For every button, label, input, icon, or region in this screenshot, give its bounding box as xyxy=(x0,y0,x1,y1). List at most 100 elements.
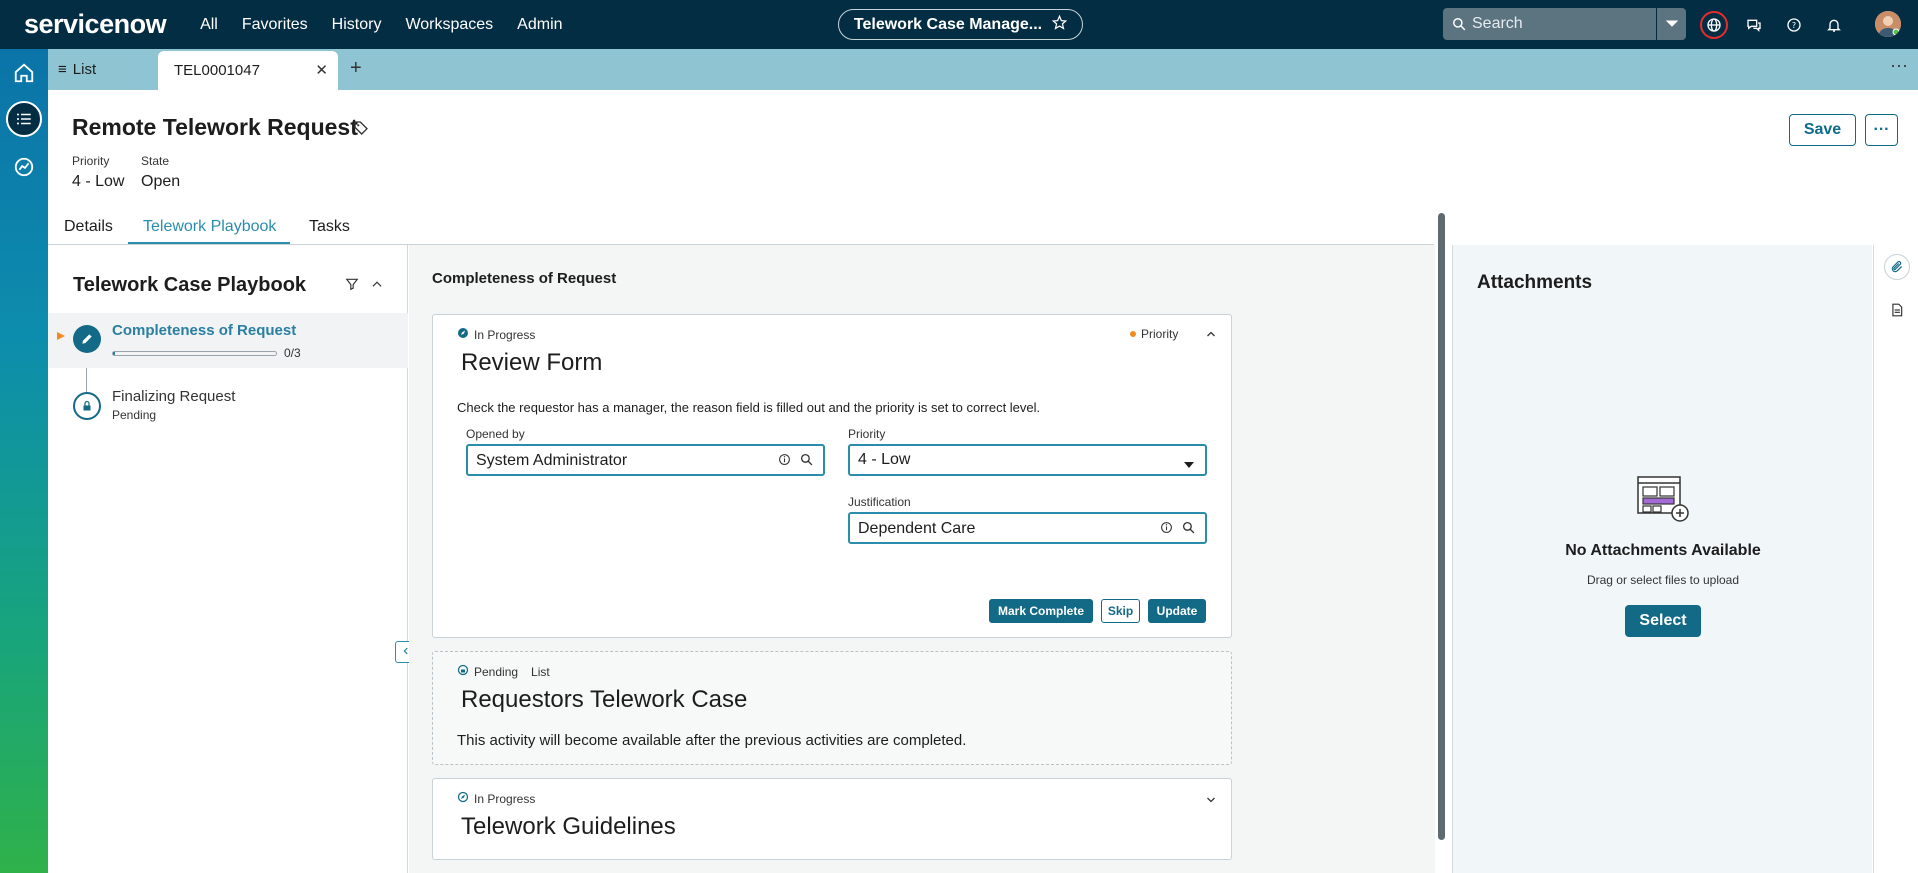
priority-tag: Priority xyxy=(1130,327,1178,341)
document-icon[interactable] xyxy=(1884,297,1910,323)
select-files-button[interactable]: Select xyxy=(1625,605,1701,637)
info-icon[interactable] xyxy=(1160,521,1173,539)
record-tabs: Details Telework Playbook Tasks xyxy=(48,218,1434,245)
nav-favorites[interactable]: Favorites xyxy=(242,16,308,34)
playbook-title: Telework Case Playbook xyxy=(73,274,307,296)
nav-all[interactable]: All xyxy=(200,16,218,34)
requestors-card: Pending List Requestors Telework Case Th… xyxy=(432,651,1232,765)
chevron-down-icon xyxy=(1665,15,1678,33)
global-search[interactable] xyxy=(1443,8,1686,40)
update-button[interactable]: Update xyxy=(1148,599,1206,623)
no-attachments-hint: Drag or select files to upload xyxy=(1586,573,1740,587)
opened-by-label: Opened by xyxy=(466,427,525,441)
more-actions-button[interactable]: ··· xyxy=(1865,114,1898,146)
filter-icon[interactable] xyxy=(345,277,359,296)
attachments-title: Attachments xyxy=(1477,272,1593,293)
skip-button[interactable]: Skip xyxy=(1101,599,1140,623)
more-horizontal-icon[interactable]: ··· xyxy=(1890,55,1908,76)
activity-status: In Progress xyxy=(457,791,535,806)
tab-list-label: List xyxy=(72,61,97,78)
state-label: State xyxy=(141,154,170,168)
chevron-down-icon[interactable] xyxy=(1205,793,1217,811)
add-tab-icon[interactable]: + xyxy=(350,57,362,80)
tab-record[interactable]: TEL0001047 ✕ xyxy=(158,51,338,90)
priority-tag-text: Priority xyxy=(1141,327,1179,341)
bell-icon[interactable] xyxy=(1820,11,1848,39)
search-input[interactable] xyxy=(1472,15,1647,33)
activity-title: Telework Guidelines xyxy=(461,813,676,840)
nav-history[interactable]: History xyxy=(332,16,382,34)
opened-by-field[interactable] xyxy=(466,444,825,476)
svg-text:?: ? xyxy=(1792,21,1796,30)
activity-status: In Progress xyxy=(457,327,535,342)
playbook-panel: Telework Case Playbook Completeness of R… xyxy=(48,245,408,873)
justification-input[interactable] xyxy=(858,520,1128,538)
save-button[interactable]: Save xyxy=(1789,114,1856,146)
activities-section-title: Completeness of Request xyxy=(432,270,617,287)
list-icon[interactable] xyxy=(6,101,42,137)
side-panel-strip xyxy=(1873,245,1918,873)
help-icon[interactable]: ? xyxy=(1780,11,1808,39)
step-progress-text: 0/3 xyxy=(284,346,301,360)
caret-down-icon xyxy=(1183,456,1195,474)
step-name[interactable]: Completeness of Request xyxy=(112,322,296,339)
pending-icon xyxy=(457,664,469,679)
context-title-pill[interactable]: Telework Case Manage... xyxy=(838,9,1083,40)
close-icon[interactable]: ✕ xyxy=(315,61,328,79)
top-nav-menu: All Favorites History Workspaces Admin xyxy=(200,16,586,34)
chat-icon[interactable] xyxy=(1740,11,1768,39)
chevron-up-icon[interactable] xyxy=(370,277,384,296)
attachments-panel: Attachments No Attachments Available Dra… xyxy=(1452,245,1872,873)
state-value: Open xyxy=(141,173,181,190)
activity-type: List xyxy=(531,664,550,679)
mark-complete-button[interactable]: Mark Complete xyxy=(989,599,1093,623)
review-form-card: In Progress Priority Review Form Check t… xyxy=(432,314,1232,638)
guidelines-card[interactable]: In Progress Telework Guidelines xyxy=(432,778,1232,860)
tab-record-label: TEL0001047 xyxy=(174,62,260,79)
activity-status-text: Pending xyxy=(474,664,519,679)
no-attachments-title: No Attachments Available xyxy=(1565,542,1761,559)
nav-workspaces[interactable]: Workspaces xyxy=(405,16,493,34)
pencil-icon xyxy=(73,325,101,353)
current-step-marker xyxy=(57,332,65,340)
activity-status-text: In Progress xyxy=(474,327,536,342)
tab-tasks[interactable]: Tasks xyxy=(309,218,350,242)
vertical-scrollbar[interactable] xyxy=(1438,213,1445,840)
in-progress-icon xyxy=(457,327,469,342)
in-progress-icon xyxy=(457,791,469,806)
step-name[interactable]: Finalizing Request xyxy=(112,388,235,405)
playbook-step-completeness[interactable]: Completeness of Request 0/3 xyxy=(48,313,408,368)
priority-select-value: 4 - Low xyxy=(858,451,911,468)
star-icon[interactable] xyxy=(1051,14,1068,35)
paperclip-icon[interactable] xyxy=(1884,254,1910,280)
tab-details[interactable]: Details xyxy=(64,218,113,242)
priority-dot xyxy=(1130,331,1136,337)
activity-instructions: Check the requestor has a manager, the r… xyxy=(457,400,1041,415)
chevron-up-icon[interactable] xyxy=(1205,327,1217,345)
tab-telework-playbook[interactable]: Telework Playbook xyxy=(128,218,291,244)
workspace-tab-bar: ≡ List TEL0001047 ✕ + ··· xyxy=(48,49,1918,90)
tag-icon[interactable] xyxy=(353,120,369,141)
search-icon[interactable] xyxy=(1182,521,1195,539)
priority-label: Priority xyxy=(72,154,110,168)
servicenow-logo[interactable]: servicenow xyxy=(24,9,167,40)
user-avatar[interactable] xyxy=(1875,11,1901,37)
tab-list[interactable]: ≡ List xyxy=(58,49,96,90)
activity-status: Pending List xyxy=(457,664,550,679)
search-icon[interactable] xyxy=(800,453,813,471)
search-scope-dropdown[interactable] xyxy=(1656,8,1686,40)
opened-by-input[interactable] xyxy=(476,452,746,470)
step-status: Pending xyxy=(112,408,157,422)
priority-select[interactable]: 4 - Low xyxy=(848,444,1207,476)
info-icon[interactable] xyxy=(778,453,791,471)
activity-title: Review Form xyxy=(461,349,603,376)
analytics-icon[interactable] xyxy=(6,149,42,185)
globe-icon[interactable] xyxy=(1700,11,1728,39)
justification-label: Justification xyxy=(848,495,911,509)
playbook-step-finalizing[interactable]: Finalizing Request Pending xyxy=(48,368,408,423)
activity-pending-message: This activity will become available afte… xyxy=(457,732,967,749)
justification-field[interactable] xyxy=(848,512,1207,544)
priority-value: 4 - Low xyxy=(72,173,125,190)
nav-admin[interactable]: Admin xyxy=(517,16,562,34)
home-icon[interactable] xyxy=(6,55,42,91)
